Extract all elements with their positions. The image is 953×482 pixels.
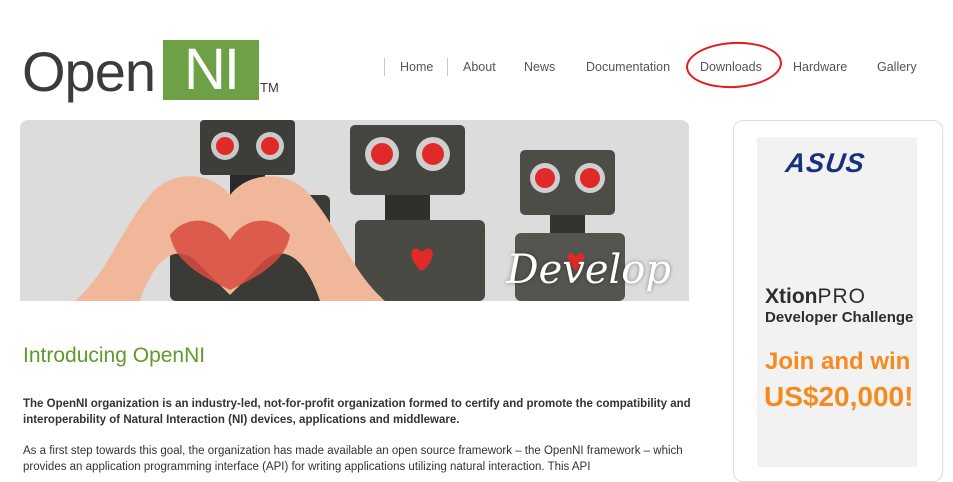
xtion-pro-title: XtionPRO: [765, 285, 866, 309]
hero-banner: Develop: [20, 120, 689, 301]
nav-about-link[interactable]: About: [463, 60, 496, 74]
logo-ni-block: NI: [163, 40, 259, 100]
xtion-text: Xtion: [765, 285, 818, 308]
nav-news-link[interactable]: News: [524, 60, 555, 74]
logo-open-text: Open: [22, 40, 156, 103]
nav-gallery-link[interactable]: Gallery: [877, 60, 917, 74]
asus-logo: ASUS: [783, 148, 868, 178]
nav-divider: [447, 58, 448, 76]
page-title: Introducing OpenNI: [23, 344, 206, 367]
banner-caption: Develop: [506, 247, 672, 293]
join-and-win-text: Join and win: [765, 348, 911, 375]
prize-amount-text: US$20,000!: [764, 381, 914, 412]
intro-paragraph: As a first step towards this goal, the o…: [23, 445, 683, 473]
intro-paragraph-bold: The OpenNI organization is an industry-l…: [23, 398, 691, 426]
downloads-highlight-circle: [684, 39, 784, 91]
nav-documentation-link[interactable]: Documentation: [586, 60, 670, 74]
nav-divider: [384, 58, 385, 76]
logo-trademark: TM: [260, 80, 279, 95]
pro-text: PRO: [817, 285, 867, 308]
openni-logo[interactable]: Open NI TM: [22, 40, 282, 100]
developer-challenge-text: Developer Challenge: [765, 309, 914, 326]
nav-home-link[interactable]: Home: [400, 60, 433, 74]
nav-hardware-link[interactable]: Hardware: [793, 60, 847, 74]
